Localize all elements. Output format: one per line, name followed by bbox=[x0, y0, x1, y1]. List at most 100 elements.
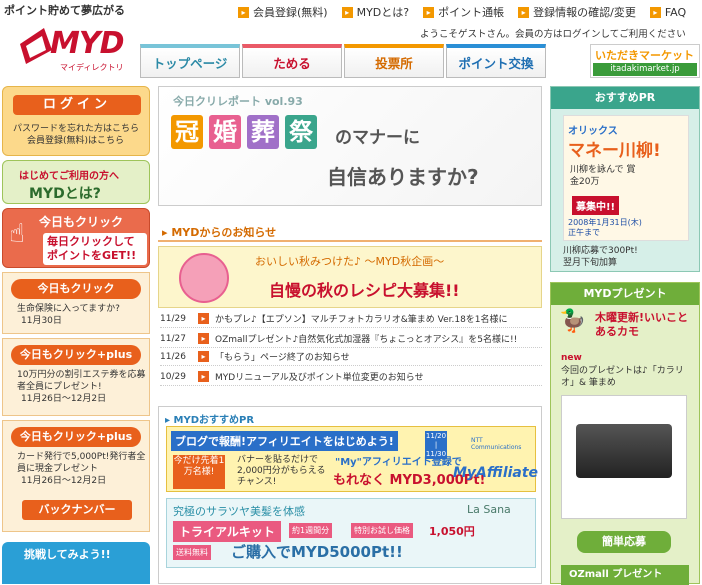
login-button[interactable]: ログイン bbox=[13, 95, 141, 115]
logo-subtitle: マイディレクトリ bbox=[60, 63, 124, 72]
about-myd-label: MYDとは? bbox=[29, 186, 101, 202]
printer-image[interactable] bbox=[561, 395, 687, 519]
arrow-icon: ▸ bbox=[649, 6, 661, 18]
recipe-title: 自慢の秋のレシピ大募集!! bbox=[269, 281, 460, 300]
affiliate-title: ブログで報酬!アフィリエイトをはじめよう! bbox=[171, 431, 398, 451]
arrow-icon: ▸ bbox=[198, 313, 209, 324]
itadaki-market-banner[interactable]: いただきマーケット itadakimarket.jp bbox=[590, 44, 700, 78]
click-date: 11月30日 bbox=[21, 316, 62, 326]
lasana-points: ご購入でMYD5000Pt!! bbox=[231, 543, 403, 561]
duck-icon: 🦆 bbox=[559, 309, 587, 334]
arrow-icon: ▸ bbox=[238, 6, 249, 18]
bird-mascot-icon bbox=[179, 253, 229, 303]
itadaki-url: itadakimarket.jp bbox=[593, 63, 697, 76]
senryu-deadline: 2008年1月31日(木)正午まで bbox=[568, 218, 642, 237]
arrow-icon: ▸ bbox=[423, 6, 435, 18]
link-account[interactable]: ▸ 登録情報の確認/変更 bbox=[518, 4, 636, 20]
login-box: ログイン パスワードを忘れた方はこちら 会員登録(無料)はこちら bbox=[2, 86, 150, 156]
pr-points-note: 翌月下旬加算 bbox=[563, 258, 618, 268]
first-time-label: はじめてご利用の方へ bbox=[19, 171, 119, 182]
back-number-button[interactable]: バックナンバー bbox=[22, 500, 132, 520]
click-date: 11月26日〜12月2日 bbox=[21, 476, 107, 486]
click-text: 生命保険に入ってますか? bbox=[17, 304, 120, 314]
tagline: ポイント貯めて夢広がる bbox=[4, 4, 125, 17]
pointing-hand-icon: ☝ bbox=[9, 219, 25, 249]
myd-present: MYDプレゼント 🦆 木曜更新!いいことあるカモ new 今回のプレゼントは♪「… bbox=[550, 282, 700, 585]
news-heading: ▸ MYDからのお知らせ bbox=[162, 226, 277, 239]
recipe-banner[interactable]: おいしい秋みつけた♪ 〜MYD秋企画〜 自慢の秋のレシピ大募集!! bbox=[158, 246, 542, 308]
click-text: 10万円分の割引エステ券を応募者全員にプレゼント! bbox=[17, 370, 146, 392]
lasana-period: 約1週間分 bbox=[289, 523, 333, 538]
recommended-pr-heading: おすすめPR bbox=[551, 87, 699, 109]
click-button[interactable]: 今日もクリック bbox=[11, 279, 141, 299]
ozmall-banner[interactable]: OZmall プレゼント bbox=[561, 565, 689, 585]
lasana-logo: La Sana bbox=[467, 503, 511, 516]
senryu-prize: 川柳を詠んで 賞金20万 bbox=[570, 165, 636, 187]
orix-label: オリックス bbox=[568, 126, 618, 137]
kanji-tile: 葬 bbox=[247, 115, 279, 149]
link-register[interactable]: ▸ 会員登録(無料) bbox=[238, 4, 328, 20]
kanji-tile: 冠 bbox=[171, 115, 203, 149]
senryu-recruiting: 募集中!! bbox=[572, 196, 620, 215]
arrow-icon: ▸ bbox=[341, 6, 353, 18]
tab-top[interactable]: トップページ bbox=[140, 44, 240, 78]
news-item[interactable]: 11/26 ▸ 「もらう」ページ終了のお知らせ bbox=[160, 348, 542, 366]
tab-vote[interactable]: 投票所 bbox=[344, 44, 444, 78]
top-links: ▸ 会員登録(無料) ▸ MYDとは? ▸ ポイント通帳 ▸ 登録情報の確認/変更 ▸ F… bbox=[238, 4, 700, 20]
itadaki-title: いただきマーケット bbox=[595, 49, 694, 62]
money-senryu-banner[interactable]: オリックス マネー川柳! 川柳を詠んで 賞金20万 募集中!! 2008年1月3… bbox=[563, 115, 689, 241]
report-line-2: 自信ありますか? bbox=[327, 165, 479, 189]
lasana-special: 特別お試し価格 bbox=[351, 523, 413, 538]
link-passbook[interactable]: ▸ ポイント通帳 bbox=[423, 4, 504, 20]
news-item[interactable]: 11/29 ▸ かもプレ♪【エプソン】マルチフォトカラリオ&筆まめ Ver.18を1… bbox=[160, 310, 542, 328]
click-plus-button[interactable]: 今日もクリック+plus bbox=[11, 345, 141, 365]
affiliate-banner[interactable]: ブログで報酬!アフィリエイトをはじめよう! 11/20 | 11/30 NTT … bbox=[166, 426, 539, 492]
click-text: カード発行で5,000Pt!発行者全員に現金プレゼント bbox=[17, 452, 146, 474]
news-divider bbox=[158, 240, 542, 242]
register-link[interactable]: 会員登録(無料)はこちら bbox=[27, 133, 124, 146]
lasana-tagline: 究極のサラツヤ美髪を体感 bbox=[173, 505, 305, 518]
report-volume: 今日クリレポート vol.93 bbox=[173, 95, 303, 108]
present-text: 今回のプレゼントは♪「カラリオ」& 筆まめ bbox=[561, 366, 684, 388]
lasana-shipping: 送料無料 bbox=[173, 545, 211, 560]
present-tagline: 木曜更新!いいことあるカモ bbox=[595, 311, 689, 338]
news-item[interactable]: 10/29 ▸ MYDリニューアル及びポイント単位変更のお知らせ bbox=[160, 368, 542, 386]
report-line-1: のマナーに bbox=[335, 128, 420, 148]
challenge-banner[interactable]: 挑戦してみよう!! bbox=[2, 542, 150, 584]
click-plus-button[interactable]: 今日もクリック+plus bbox=[11, 427, 141, 447]
link-faq[interactable]: ▸ FAQ bbox=[649, 4, 686, 20]
arrow-icon: ▸ bbox=[198, 351, 209, 362]
lasana-banner[interactable]: 究極のサラツヤ美髪を体感 トライアルキット 約1週間分 特別お試し価格 1,05… bbox=[166, 498, 536, 568]
recipe-subtitle: おいしい秋みつけた♪ 〜MYD秋企画〜 bbox=[255, 255, 445, 268]
my-affiliate-logo: MyAffiliate bbox=[453, 465, 539, 481]
apply-button[interactable]: 簡単応募 bbox=[577, 531, 671, 553]
daily-click-banner[interactable]: ☝ 今日もクリック 毎日クリックしてポイントをGET!! bbox=[2, 208, 150, 268]
pr-heading: ▸ MYDおすすめPR bbox=[165, 415, 255, 426]
daily-click-title: 今日もクリック bbox=[39, 215, 124, 229]
senryu-title: マネー川柳! bbox=[568, 141, 661, 161]
affiliate-badge: 今だけ先着1万名様! bbox=[173, 455, 225, 489]
present-heading: MYDプレゼント bbox=[551, 283, 699, 305]
affiliate-register: "My"アフィリエイト登録で bbox=[335, 457, 462, 468]
kanji-tile: 祭 bbox=[285, 115, 317, 149]
click-item-1: 今日もクリック 生命保険に入ってますか? 11月30日 bbox=[2, 272, 150, 334]
main-nav: トップページ ためる 投票所 ポイント交換 bbox=[140, 44, 548, 78]
first-time-banner[interactable]: はじめてご利用の方へ MYDとは? bbox=[2, 160, 150, 204]
affiliate-note: バナーを貼るだけで 2,000円分がもらえるチャンス! bbox=[237, 455, 326, 487]
tab-exchange[interactable]: ポイント交換 bbox=[446, 44, 546, 78]
link-about[interactable]: ▸ MYDとは? bbox=[341, 4, 409, 20]
lasana-price: 1,050円 bbox=[429, 525, 475, 538]
challenge-label: 挑戦してみよう!! bbox=[24, 548, 111, 561]
logo-text: MYD bbox=[50, 26, 124, 61]
arrow-icon: ▸ bbox=[518, 6, 530, 18]
daily-click-body: 毎日クリックしてポイントをGET!! bbox=[43, 233, 147, 265]
news-item[interactable]: 11/27 ▸ OZmallプレゼント♪自然気化式加湿器『ちょこっとオアシス』を5名… bbox=[160, 330, 542, 348]
kanji-tile: 婚 bbox=[209, 115, 241, 149]
recommended-pr: おすすめPR オリックス マネー川柳! 川柳を詠んで 賞金20万 募集中!! 2… bbox=[550, 86, 700, 272]
lasana-trial: トライアルキット bbox=[173, 521, 281, 542]
tab-save[interactable]: ためる bbox=[242, 44, 342, 78]
report-banner[interactable]: 今日クリレポート vol.93 冠 婚 葬 祭 のマナーに 自信ありますか? bbox=[158, 86, 542, 206]
ntt-logo: NTT Communications bbox=[471, 437, 522, 451]
arrow-icon: ▸ bbox=[198, 333, 209, 344]
new-badge: new bbox=[561, 353, 582, 363]
